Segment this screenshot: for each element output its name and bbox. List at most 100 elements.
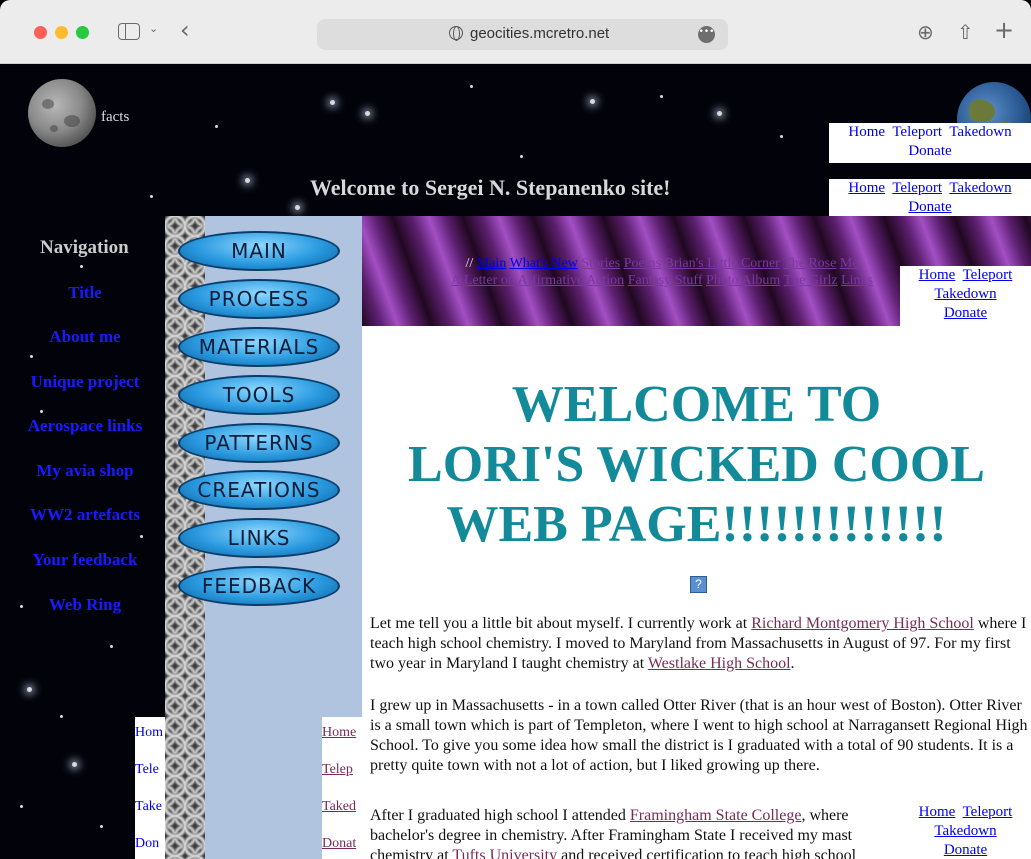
star [40,410,43,413]
nav-link-web-ring[interactable]: Web Ring [0,595,170,615]
teleport-link[interactable]: Teleport [963,804,1013,820]
donate-link[interactable]: Don [135,834,165,859]
navigation-heading: Navigation [40,237,129,258]
share-icon[interactable]: ⇧ [957,20,974,44]
star [150,195,153,198]
donate-link[interactable]: Donat [322,834,362,859]
minimize-window-button[interactable] [55,26,68,39]
star [72,762,77,767]
nav-link-ww2-artefacts[interactable]: WW2 artefacts [0,505,170,525]
chain-button-materials[interactable]: MATERIALS [178,327,340,367]
broken-image-icon: ? [690,576,707,593]
star [717,111,722,116]
top-link-the-rose[interactable]: The Rose [783,256,836,271]
chain-button-feedback[interactable]: FEEDBACK [178,566,340,606]
takedown-link[interactable]: Taked [322,797,362,834]
star [330,100,335,105]
home-link[interactable]: Home [322,723,362,760]
star [140,535,143,538]
chain-button-creations[interactable]: CREATIONS [178,470,340,510]
clipped-navbox-left: Hom Tele Take Don [135,717,165,859]
sidebar-toggle-icon[interactable] [118,23,140,40]
top-link-whats-new[interactable]: What's New [510,256,578,271]
top-link-me[interactable]: Me [840,256,859,271]
home-link[interactable]: Home [919,804,956,820]
takedown-link[interactable]: Takedown [949,180,1011,196]
richard-montgomery-link[interactable]: Richard Montgomery High School [751,615,974,632]
title-line: WELCOME TO [511,376,882,433]
teleport-link[interactable]: Teleport [892,180,942,196]
more-options-icon[interactable]: ••• [698,26,715,43]
takedown-link[interactable]: Takedown [934,286,996,302]
top-link-fantasy-stuff[interactable]: Fantasy Stuff [628,273,703,288]
chain-button-tools[interactable]: TOOLS [178,375,340,415]
url-text[interactable]: geocities.mcretro.net [470,25,609,42]
top-link-the-girlz[interactable]: The Girlz [784,273,838,288]
home-link[interactable]: Hom [135,723,165,760]
star [295,205,300,210]
home-link[interactable]: Home [919,267,956,283]
donate-link[interactable]: Donate [908,199,951,215]
zoom-window-button[interactable] [76,26,89,39]
star [245,178,250,183]
top-link-bar: // Main What's New Stories Poems Brian's… [362,255,962,289]
browser-toolbar: ⌄ ‹ geocities.mcretro.net ••• ⊕ ⇧ + [0,0,1031,64]
tufts-link[interactable]: Tufts University [452,847,557,859]
star [780,135,783,138]
home-link[interactable]: Home [848,124,885,140]
takedown-link[interactable]: Takedown [949,124,1011,140]
teleport-link[interactable]: Tele [135,760,165,797]
star [520,155,523,158]
westlake-link[interactable]: Westlake High School [648,655,791,672]
globe-icon [449,26,463,41]
nav-link-avia-shop[interactable]: My avia shop [0,461,170,481]
top-link-stories[interactable]: Stories [581,256,620,271]
star [30,355,33,358]
web-page: facts Welcome to Sergei N. Stepanenko si… [0,65,1031,859]
chain-button-main[interactable]: MAIN [178,231,340,271]
teleport-link[interactable]: Telep [322,760,362,797]
link-separator: // [465,256,474,271]
star [590,99,595,104]
star [110,645,113,648]
top-link-affirmative-action[interactable]: A Letter on Affirmative Action [451,273,624,288]
teleport-link[interactable]: Teleport [892,124,942,140]
intro-paragraph: Let me tell you a little bit about mysel… [370,615,1027,672]
star [100,825,103,828]
download-icon[interactable]: ⊕ [917,20,934,44]
donate-link[interactable]: Donate [908,143,951,159]
site-title: Welcome to Sergei N. Stepanenko site! [310,175,671,200]
chain-button-process[interactable]: PROCESS [178,279,340,319]
star [215,125,218,128]
star [470,85,473,88]
chain-button-patterns[interactable]: PATTERNS [178,423,340,463]
title-line: LORI'S WICKED COOL [408,436,985,493]
takedown-link[interactable]: Take [135,797,165,834]
top-link-main[interactable]: Main [477,256,507,271]
star [80,265,83,268]
takedown-link[interactable]: Takedown [934,823,996,839]
nav-link-about-me[interactable]: About me [0,327,170,347]
top-link-links[interactable]: Links [841,273,873,288]
close-window-button[interactable] [34,26,47,39]
chevron-down-icon[interactable]: ⌄ [149,22,158,35]
nav-link-title[interactable]: Title [0,283,170,303]
nav-link-feedback[interactable]: Your feedback [0,550,170,570]
top-link-poems[interactable]: Poems [624,256,661,271]
top-link-photo-album[interactable]: Photo Album [706,273,780,288]
nav-link-unique-project[interactable]: Unique project [0,372,170,392]
donate-link[interactable]: Donate [944,305,987,321]
hometown-paragraph: I grew up in Massachusetts - in a town c… [370,697,1028,774]
framingham-link[interactable]: Framingham State College [630,807,802,824]
star [660,95,663,98]
moon-image [28,79,96,147]
teleport-link[interactable]: Teleport [963,267,1013,283]
top-link-brians-corner[interactable]: Brian's Little Corner [665,256,780,271]
page-title: WELCOME TO LORI'S WICKED COOL WEB PAGE!!… [362,375,1031,555]
back-arrow-icon[interactable]: ‹ [180,16,190,44]
nav-link-aerospace-links[interactable]: Aerospace links [0,416,170,436]
chain-button-links[interactable]: LINKS [178,518,340,558]
home-link[interactable]: Home [848,180,885,196]
donate-link[interactable]: Donate [944,842,987,858]
new-tab-icon[interactable]: + [994,16,1014,44]
